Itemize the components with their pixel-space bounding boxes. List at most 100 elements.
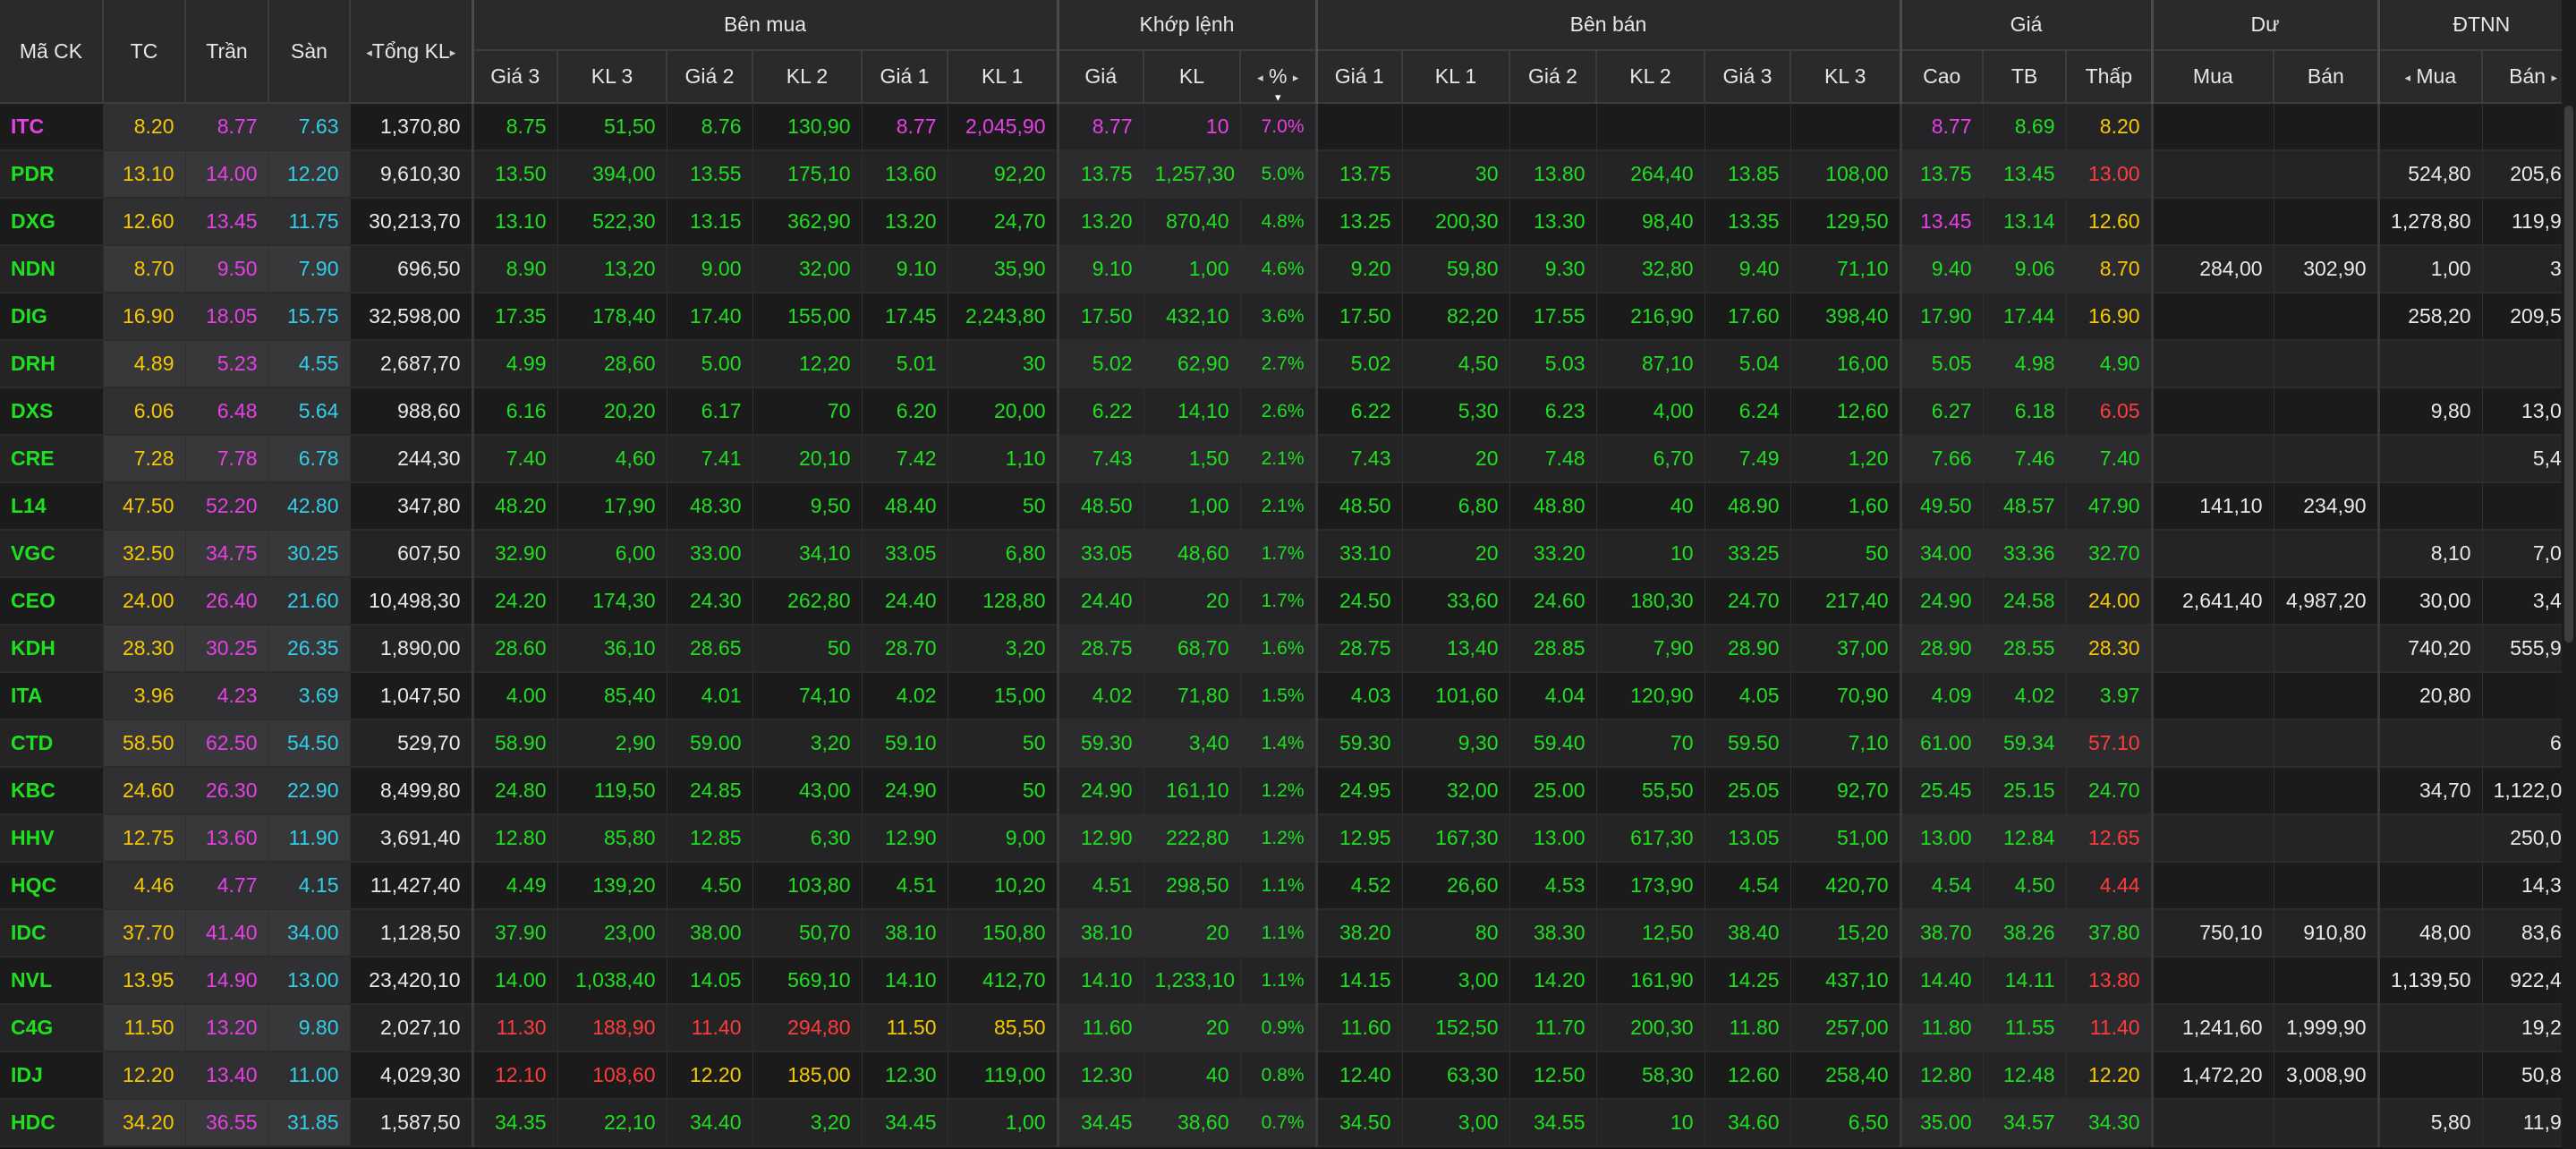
table-row[interactable]: HDC 34.20 36.55 31.85 1,587,50 34.35 22,10 34.4…	[0, 1099, 2576, 1147]
table-row[interactable]: PDR 13.10 14.00 12.20 9,610,30 13.50 394,00 13.…	[0, 150, 2576, 199]
toggle-right-icon[interactable]: ▸	[1293, 71, 1299, 84]
table-row[interactable]: CEO 24.00 26.40 21.60 10,498,30 24.20 174,30 24…	[0, 577, 2576, 626]
table-row[interactable]: NVL 13.95 14.90 13.00 23,420,10 14.00 1,038,40…	[0, 957, 2576, 1005]
header-sell-price3[interactable]: Giá 3	[1705, 50, 1791, 104]
table-row[interactable]: CTD 58.50 62.50 54.50 529,70 58.90 2,90 59.00 3,…	[0, 719, 2576, 768]
vertical-scrollbar[interactable]	[2562, 0, 2576, 1149]
cell-b1v: 85,50	[948, 1004, 1059, 1052]
table-row[interactable]: CRE 7.28 7.78 6.78 244,30 7.40 4,60 7.41 20,10 7.…	[0, 435, 2576, 483]
header-buy-vol3[interactable]: KL 3	[557, 50, 667, 104]
table-row[interactable]: KBC 24.60 26.30 22.90 8,499,80 24.80 119,50 24.…	[0, 767, 2576, 815]
cell-thap: 8.20	[2066, 103, 2154, 151]
cell-b3p: 34.35	[472, 1099, 558, 1147]
cell-sym[interactable]: CTD	[0, 719, 104, 768]
header-ref[interactable]: TC	[103, 0, 186, 104]
cell-s1p: 12.40	[1316, 1051, 1403, 1100]
cell-sym[interactable]: CRE	[0, 435, 104, 483]
header-total-volume[interactable]: ◂Tổng KL▸	[350, 0, 474, 104]
header-buy-price2[interactable]: Giá 2	[667, 50, 753, 104]
header-buy-price3[interactable]: Giá 3	[472, 50, 558, 104]
cell-s3v: 50	[1790, 530, 1902, 578]
header-sell-vol2[interactable]: KL 2	[1596, 50, 1705, 104]
cell-sym[interactable]: DRH	[0, 340, 104, 388]
header-buy-vol2[interactable]: KL 2	[752, 50, 863, 104]
table-row[interactable]: DXS 6.06 6.48 5.64 988,60 6.16 20,20 6.17 70 6.20…	[0, 387, 2576, 436]
cell-sym[interactable]: VGC	[0, 530, 104, 578]
cell-sym[interactable]: IDC	[0, 909, 104, 958]
header-sell-vol3[interactable]: KL 3	[1790, 50, 1902, 104]
cell-cao: 4.54	[1900, 862, 1984, 910]
header-residual-sell[interactable]: Bán	[2274, 50, 2380, 104]
header-ceiling[interactable]: Trần	[185, 0, 269, 104]
cell-sym[interactable]: DXG	[0, 198, 104, 246]
cell-s2v: 87,10	[1596, 340, 1705, 388]
header-buy-vol1[interactable]: KL 1	[948, 50, 1059, 104]
header-buy-price1[interactable]: Giá 1	[862, 50, 948, 104]
header-match-price[interactable]: Giá	[1058, 50, 1144, 104]
cell-thap: 32.70	[2066, 530, 2154, 578]
cell-sym[interactable]: C4G	[0, 1004, 104, 1052]
table-row[interactable]: L14 47.50 52.20 42.80 347,80 48.20 17,90 48.30 9…	[0, 482, 2576, 531]
table-row[interactable]: DRH 4.89 5.23 4.55 2,687,70 4.99 28,60 5.00 12,2…	[0, 340, 2576, 388]
cell-sym[interactable]: DIG	[0, 293, 104, 341]
header-group-foreign: ĐTNN	[2378, 0, 2576, 51]
foreign-right-icon[interactable]: ▸	[2551, 71, 2557, 84]
cell-sym[interactable]: HDC	[0, 1099, 104, 1147]
cell-s1v: 82,20	[1402, 293, 1510, 341]
header-floor[interactable]: Sàn	[268, 0, 351, 104]
header-sell-price2[interactable]: Giá 2	[1509, 50, 1597, 104]
cell-cao: 13.75	[1900, 150, 1984, 199]
cell-s2v	[1596, 103, 1705, 151]
cell-sym[interactable]: NDN	[0, 245, 104, 294]
cell-b2p: 4.50	[667, 862, 753, 910]
header-foreign-buy[interactable]: ◂ Mua	[2378, 50, 2484, 104]
cell-sym[interactable]: ITA	[0, 672, 104, 720]
header-symbol[interactable]: Mã CK	[0, 0, 104, 104]
scrollbar-thumb[interactable]	[2564, 106, 2573, 643]
cell-sym[interactable]: HHV	[0, 814, 104, 863]
cell-sym[interactable]: L14	[0, 482, 104, 531]
cell-sym[interactable]: CEO	[0, 577, 104, 626]
table-row[interactable]: IDC 37.70 41.40 34.00 1,128,50 37.90 23,00 38.0…	[0, 909, 2576, 958]
header-low[interactable]: Thấp	[2066, 50, 2154, 104]
header-sell-vol1[interactable]: KL 1	[1402, 50, 1510, 104]
table-row[interactable]: ITC 8.20 8.77 7.63 1,370,80 8.75 51,50 8.76 130,…	[0, 103, 2576, 151]
cell-dmua: 1,241,60	[2152, 1004, 2274, 1052]
cell-sym[interactable]: IDJ	[0, 1051, 104, 1100]
foreign-left-icon[interactable]: ◂	[2404, 71, 2410, 84]
cell-s1p: 14.15	[1316, 957, 1403, 1005]
cell-tran: 8.77	[185, 103, 269, 151]
header-avg[interactable]: TB	[1983, 50, 2068, 104]
cell-b1v: 2,045,90	[948, 103, 1059, 151]
cell-b2v: 294,80	[752, 1004, 863, 1052]
header-match-pct[interactable]: ◂ % ▾ ▸	[1240, 50, 1318, 104]
cell-sym[interactable]: HQC	[0, 862, 104, 910]
table-row[interactable]: ITA 3.96 4.23 3.69 1,047,50 4.00 85,40 4.01 74,1…	[0, 672, 2576, 720]
table-row[interactable]: KDH 28.30 30.25 26.35 1,890,00 28.60 36,10 28.6…	[0, 625, 2576, 673]
header-sell-price1[interactable]: Giá 1	[1316, 50, 1403, 104]
cell-sym[interactable]: ITC	[0, 103, 104, 151]
cell-sym[interactable]: PDR	[0, 150, 104, 199]
table-row[interactable]: HQC 4.46 4.77 4.15 11,427,40 4.49 139,20 4.50 10…	[0, 862, 2576, 910]
header-high[interactable]: Cao	[1900, 50, 1985, 104]
table-row[interactable]: DXG 12.60 13.45 11.75 30,213,70 13.10 522,30 13…	[0, 198, 2576, 246]
toggle-left-icon[interactable]: ◂	[1257, 71, 1263, 84]
cell-sym[interactable]: DXS	[0, 387, 104, 436]
table-row[interactable]: DIG 16.90 18.05 15.75 32,598,00 17.35 178,40 17…	[0, 293, 2576, 341]
cell-b3v: 1,038,40	[557, 957, 667, 1005]
sort-desc-icon: ▾	[1274, 90, 1281, 103]
table-row[interactable]: IDJ 12.20 13.40 11.00 4,029,30 12.10 108,60 12.…	[0, 1051, 2576, 1100]
table-row[interactable]: NDN 8.70 9.50 7.90 696,50 8.90 13,20 9.00 32,00 9…	[0, 245, 2576, 294]
header-match-vol[interactable]: KL	[1143, 50, 1241, 104]
scroll-right-icon[interactable]: ▸	[450, 45, 456, 58]
cell-sym[interactable]: NVL	[0, 957, 104, 1005]
cell-sym[interactable]: KDH	[0, 625, 104, 673]
cell-sym[interactable]: KBC	[0, 767, 104, 815]
cell-b2p: 24.85	[667, 767, 753, 815]
table-row[interactable]: HHV 12.75 13.60 11.90 3,691,40 12.80 85,80 12.8…	[0, 814, 2576, 863]
table-row[interactable]: C4G 11.50 13.20 9.80 2,027,10 11.30 188,90 11.4…	[0, 1004, 2576, 1052]
cell-s1v: 3,00	[1402, 957, 1510, 1005]
header-residual-buy[interactable]: Mua	[2152, 50, 2275, 104]
cell-b1v: 119,00	[948, 1051, 1059, 1100]
table-row[interactable]: VGC 32.50 34.75 30.25 607,50 32.90 6,00 33.00 34…	[0, 530, 2576, 578]
